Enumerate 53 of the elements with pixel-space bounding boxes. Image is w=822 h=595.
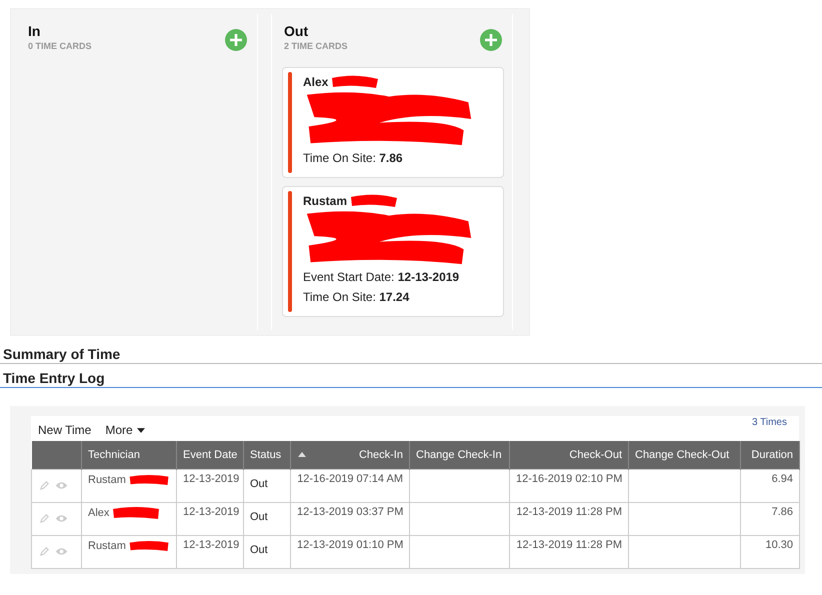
table-cell: 12-13-2019 11:28 PM: [516, 538, 622, 550]
view-icon[interactable]: [55, 546, 68, 556]
table-cell: Out: [250, 544, 268, 556]
sort-ascending-icon[interactable]: [298, 452, 306, 457]
column-title: Out: [284, 23, 310, 39]
view-icon[interactable]: [55, 512, 68, 524]
table-cell: Out: [250, 510, 268, 522]
table-cell: 12-13-2019 03:37 PM: [297, 506, 404, 518]
technician-name: Rustam: [303, 194, 348, 208]
table-cell: 6.94: [772, 472, 793, 484]
column-header[interactable]: Check-In: [290, 441, 410, 469]
table-cell: 12-13-2019 11:28 PM: [516, 506, 622, 518]
section-heading[interactable]: Summary of Time: [0, 336, 822, 364]
time-card[interactable]: Rustam Event Start Date: 12-13-2019 Time On Site: 17.24: [282, 186, 504, 317]
table-cell: 10.30: [765, 538, 793, 550]
table-cell: Alex: [88, 506, 110, 518]
card-count: 0 TIME CARDS: [28, 41, 92, 51]
column-header[interactable]: Technician: [82, 441, 176, 469]
card-field: Time On Site: 7.86: [303, 151, 503, 165]
technician-name: Alex: [303, 75, 328, 89]
table-cell: Rustam: [88, 474, 126, 486]
table-cell: Rustam: [88, 540, 126, 552]
column-header[interactable]: [32, 441, 82, 469]
column-header[interactable]: Event Date: [176, 441, 244, 469]
more-menu-button[interactable]: More: [105, 423, 145, 437]
table-cell: 12-13-2019: [183, 472, 240, 484]
edit-icon[interactable]: [38, 546, 51, 556]
column-header[interactable]: Duration: [740, 441, 800, 469]
table-cell: 12-16-2019 07:14 AM: [297, 472, 403, 484]
card-field: Time On Site: 17.24: [303, 290, 503, 304]
edit-icon[interactable]: [38, 480, 51, 490]
table-cell: 12-13-2019: [183, 506, 240, 518]
column-header[interactable]: Change Check-Out: [628, 441, 740, 469]
table-cell: Out: [250, 478, 268, 490]
table-cell: 12-16-2019 02:10 PM: [516, 472, 622, 484]
column-header[interactable]: Change Check-In: [410, 441, 510, 469]
add-icon[interactable]: [225, 29, 247, 51]
column-header[interactable]: Check-Out: [510, 441, 628, 469]
column-header[interactable]: Status: [244, 441, 290, 469]
table-cell: 7.86: [772, 506, 793, 518]
time-card[interactable]: Alex Time On Site: 7.86: [282, 67, 504, 178]
table-cell: 12-13-2019: [183, 538, 240, 550]
new-time-button[interactable]: New Time: [38, 423, 92, 437]
card-field: Event Start Date: 12-13-2019: [303, 270, 503, 284]
view-icon[interactable]: [55, 480, 68, 490]
caret-icon: [136, 428, 145, 432]
section-heading[interactable]: Time Entry Log: [0, 364, 822, 388]
card-count: 2 TIME CARDS: [284, 41, 348, 51]
column-title: In: [28, 23, 42, 39]
table-cell: 12-13-2019 01:10 PM: [297, 538, 404, 550]
record-count: 3 Times: [752, 417, 787, 428]
edit-icon[interactable]: [38, 512, 51, 524]
add-icon[interactable]: [480, 29, 502, 51]
